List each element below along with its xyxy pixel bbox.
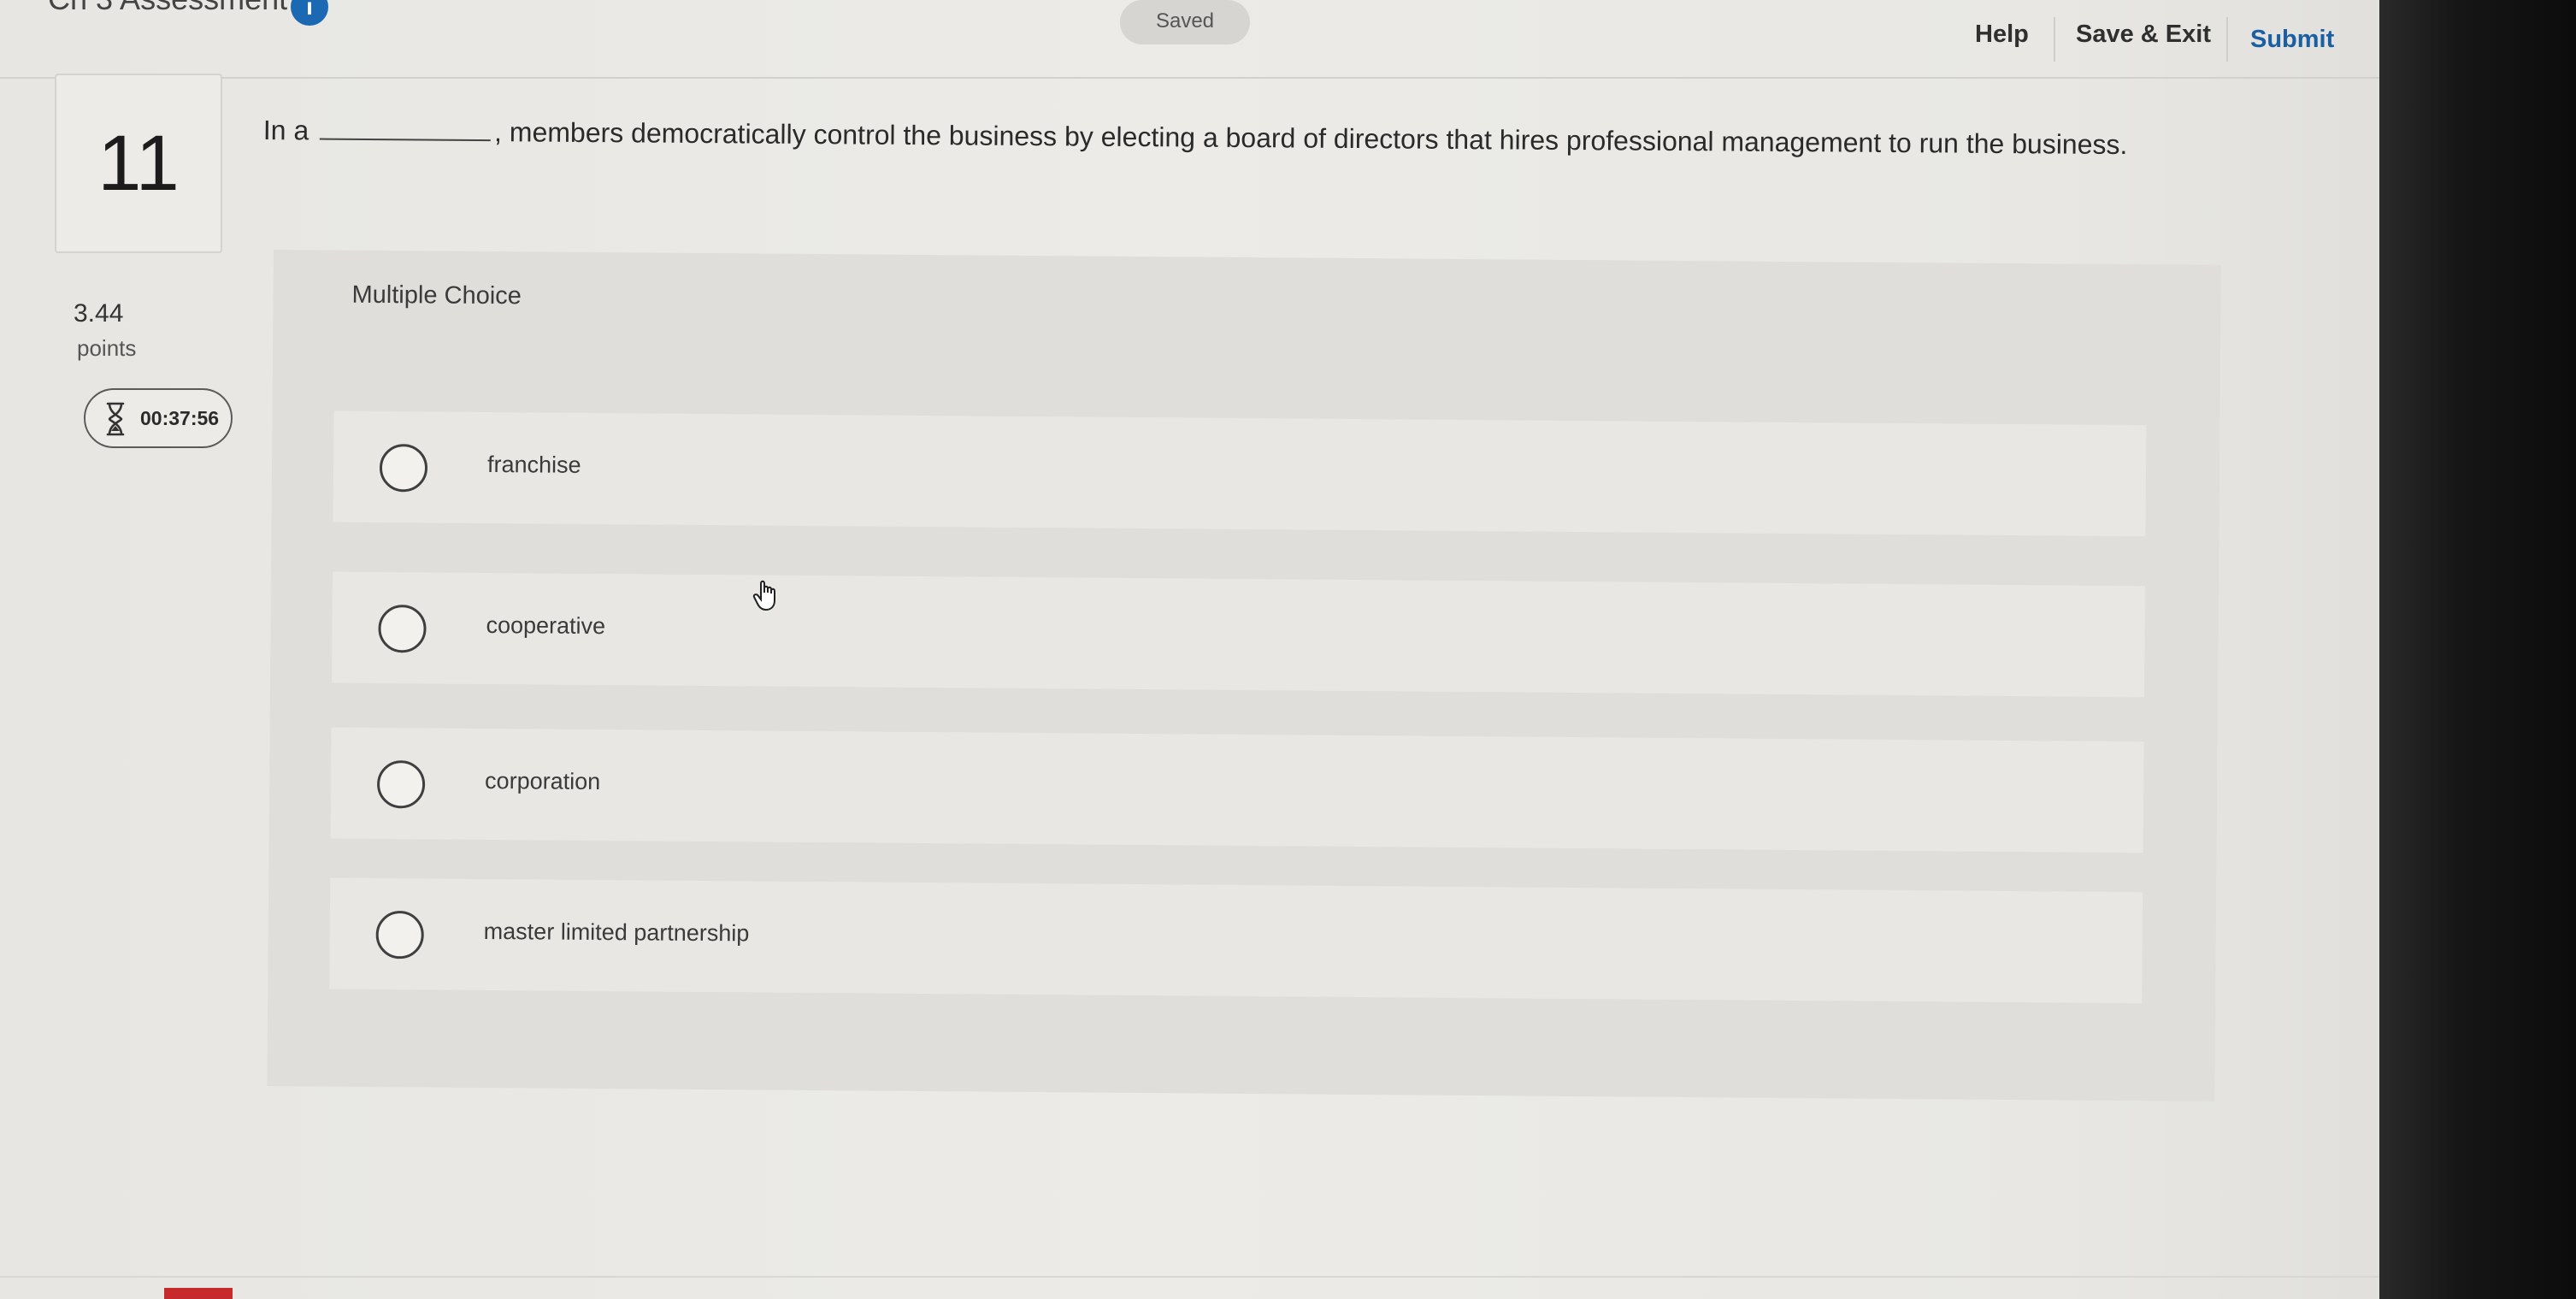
top-bar: Ch 3 Assessment i Saved Help Save & Exit… <box>0 0 2379 79</box>
submit-link[interactable]: Submit <box>2250 26 2334 54</box>
points-value: 3.44 <box>74 299 124 328</box>
help-link[interactable]: Help <box>1975 21 2029 49</box>
answer-option-master-limited-partnership[interactable]: master limited partnership <box>329 877 2143 1004</box>
radio-button[interactable] <box>378 604 427 653</box>
footer-logo-tab <box>164 1288 233 1299</box>
points-label: points <box>77 335 137 361</box>
timer-text: 00:37:56 <box>140 407 220 429</box>
hand-cursor-icon <box>752 580 775 611</box>
question-prompt: In a , members democratically control th… <box>263 115 2264 162</box>
nav-divider <box>2054 17 2055 62</box>
radio-button[interactable] <box>379 443 428 493</box>
radio-button[interactable] <box>376 759 426 809</box>
fill-in-blank <box>320 138 492 142</box>
assessment-title: Ch 3 Assessment <box>48 0 287 17</box>
nav-divider <box>2226 17 2228 62</box>
hourglass-icon <box>106 402 125 436</box>
option-label: master limited partnership <box>483 918 750 947</box>
option-label: corporation <box>485 767 601 795</box>
save-exit-link[interactable]: Save & Exit <box>2076 21 2211 49</box>
answer-option-cooperative[interactable]: cooperative <box>332 571 2145 698</box>
answer-panel: Multiple Choice franchise cooperative co… <box>267 250 2221 1101</box>
option-label: cooperative <box>486 611 606 640</box>
answer-option-franchise[interactable]: franchise <box>333 410 2147 537</box>
screen-bezel <box>2379 0 2576 1299</box>
radio-button[interactable] <box>375 910 424 959</box>
option-label: franchise <box>486 451 581 478</box>
question-number: 11 <box>55 74 222 253</box>
timer-pill[interactable]: 00:37:56 <box>84 388 233 448</box>
prompt-after: , members democratically control the bus… <box>493 116 2128 161</box>
footer-divider <box>0 1276 2379 1278</box>
question-type-label: Multiple Choice <box>351 280 522 310</box>
info-badge-icon[interactable]: i <box>291 0 328 26</box>
saved-status-pill: Saved <box>1120 0 1250 44</box>
assessment-screen: Ch 3 Assessment i Saved Help Save & Exit… <box>0 0 2576 1299</box>
answer-option-corporation[interactable]: corporation <box>330 727 2144 853</box>
prompt-before: In a <box>262 115 309 146</box>
